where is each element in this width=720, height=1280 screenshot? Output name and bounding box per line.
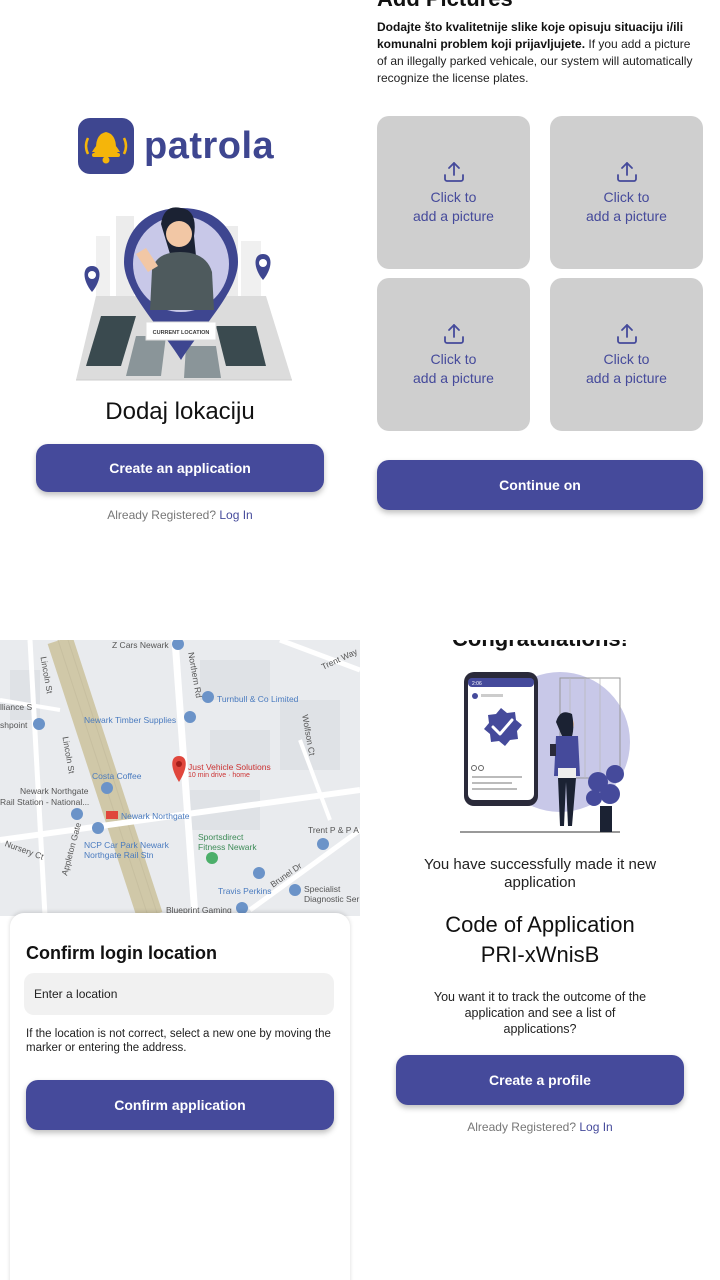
map-label: Rail Station - National... <box>0 797 90 807</box>
map-label: Costa Coffee <box>92 771 142 781</box>
bell-logo-icon <box>78 118 134 174</box>
bottom-sheet: Confirm login location If the location i… <box>10 913 350 1280</box>
add-picture-tile[interactable]: Click to add a picture <box>377 278 530 431</box>
upload-icon <box>443 161 464 182</box>
map-label: Diagnostic Ser <box>304 894 360 904</box>
success-message: You have successfully made it new applic… <box>423 856 657 891</box>
upload-icon <box>616 161 637 182</box>
upload-icon <box>616 323 637 344</box>
already-registered-row: Already Registered? Log In <box>0 508 360 522</box>
tile-label-line2: add a picture <box>413 207 494 224</box>
tile-label-line1: Click to <box>603 188 650 205</box>
add-picture-tile[interactable]: Click to add a picture <box>550 278 703 431</box>
map-label: Trent P & P A <box>308 825 359 835</box>
map-label: Turnbull & Co Limited <box>217 694 299 704</box>
track-prompt: You want it to track the outcome of the … <box>433 990 647 1036</box>
illustration-caption: CURRENT LOCATION <box>153 330 210 336</box>
page-title: Congratulations! <box>360 640 720 652</box>
upload-icon <box>443 323 464 344</box>
tile-label-line2: add a picture <box>586 207 667 224</box>
map-label: Travis Perkins <box>218 886 272 896</box>
already-registered-text: Already Registered? <box>107 508 216 522</box>
map-label: Fitness Newark <box>198 842 257 852</box>
map-label: 10 min drive · home <box>188 772 250 779</box>
map-label: Sportsdirect <box>198 832 244 842</box>
success-illustration: 2:06 <box>460 672 630 833</box>
login-link[interactable]: Log In <box>579 1120 612 1134</box>
map-label: Newark Timber Supplies <box>84 715 177 725</box>
add-picture-tile[interactable]: Click to add a picture <box>377 116 530 269</box>
map-label: NCP Car Park Newark <box>84 840 169 850</box>
phone-time: 2:06 <box>472 681 482 687</box>
create-profile-button[interactable]: Create a profile <box>396 1055 684 1105</box>
map-roads <box>0 640 360 916</box>
map-label: Z Cars Newark <box>112 640 169 650</box>
map-label: Specialist <box>304 884 341 894</box>
tile-label-line2: add a picture <box>413 369 494 386</box>
patrola-logo: patrola <box>78 118 274 174</box>
tile-label-line1: Click to <box>430 350 477 367</box>
tile-label-line1: Click to <box>603 350 650 367</box>
login-link[interactable]: Log In <box>219 508 252 522</box>
add-pictures-screen: Add Pictures Dodajte što kvalitetnije sl… <box>360 0 720 640</box>
add-picture-tile[interactable]: Click to add a picture <box>550 116 703 269</box>
tile-label-line1: Click to <box>430 188 477 205</box>
application-code: PRI-xWnisB <box>480 942 600 967</box>
map-label: shpoint <box>0 720 28 730</box>
location-illustration: CURRENT LOCATION <box>76 207 292 381</box>
map-label: Newark Northgate <box>20 786 89 796</box>
map-label: Just Vehicle Solutions <box>188 762 271 772</box>
tile-label-line2: add a picture <box>586 369 667 386</box>
success-screen: Congratulations! 2:06 <box>360 640 720 1280</box>
code-label: Code of Application <box>445 912 635 937</box>
continue-button[interactable]: Continue on <box>377 460 703 510</box>
sheet-title: Confirm login location <box>26 943 217 963</box>
description: Dodajte što kvalitetnije slike koje opis… <box>377 19 703 87</box>
page-title: Dodaj lokaciju <box>105 398 255 425</box>
add-location-screen: patrola CURRENT LOCATION Dodaj lokaciju … <box>0 0 360 640</box>
location-hint: If the location is not correct, select a… <box>26 1028 331 1054</box>
location-input[interactable] <box>24 973 334 1015</box>
confirm-application-button[interactable]: Confirm application <box>26 1080 334 1130</box>
confirm-location-screen: Z Cars Newark Turnbull & Co Limited Newa… <box>0 640 360 1280</box>
page-title: Add Pictures <box>377 0 513 12</box>
map-view[interactable]: Z Cars Newark Turnbull & Co Limited Newa… <box>0 640 360 916</box>
create-application-button[interactable]: Create an application <box>36 444 324 492</box>
map-label: Northgate Rail Stn <box>84 850 154 860</box>
brand-name: patrola <box>144 124 275 167</box>
already-registered-row: Already Registered? Log In <box>360 1120 720 1134</box>
map-label: Newark Northgate <box>121 811 190 821</box>
map-label: lliance S <box>0 702 33 712</box>
already-registered-text: Already Registered? <box>467 1120 576 1134</box>
